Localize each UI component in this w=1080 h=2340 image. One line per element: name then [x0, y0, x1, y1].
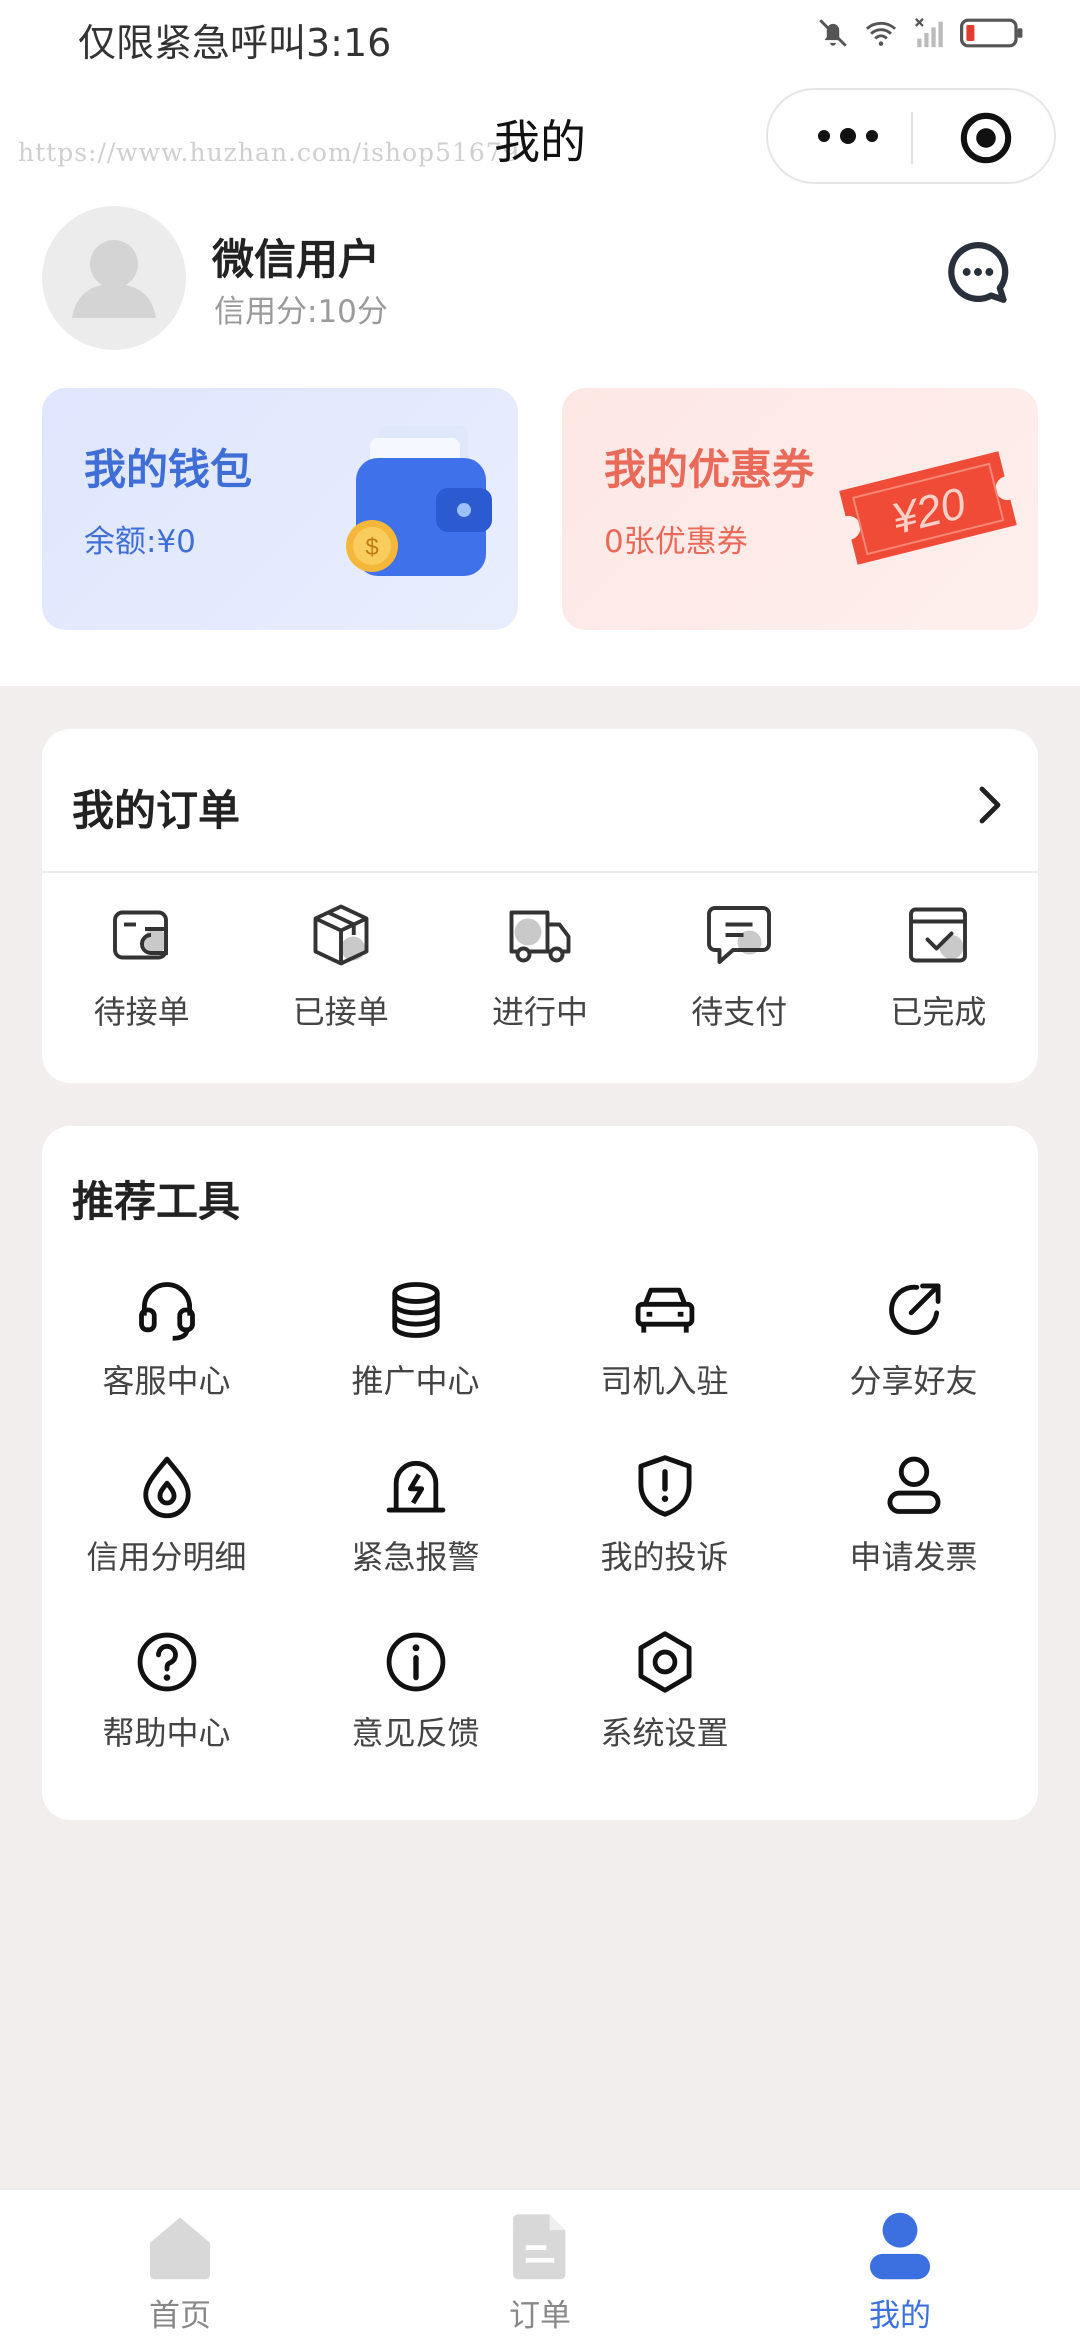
tool-label: 申请发票	[849, 1538, 978, 1576]
tool-feedback[interactable]: 意见反馈	[291, 1628, 540, 1804]
order-status-label: 进行中	[491, 993, 588, 1031]
status-bar: 仅限紧急呼叫3:16	[0, 0, 1080, 76]
drop-icon	[142, 1456, 191, 1519]
tool-help-center[interactable]: 帮助中心	[42, 1628, 291, 1804]
tab-mine[interactable]: 我的	[720, 2190, 1080, 2340]
truck-icon	[509, 910, 571, 963]
wallet-balance: 余额:¥0	[84, 524, 196, 560]
tool-label: 信用分明细	[86, 1538, 247, 1576]
tab-label: 我的	[869, 2298, 931, 2334]
tools-title: 推荐工具	[72, 1177, 241, 1226]
tool-invoice-request[interactable]: 申请发票	[789, 1452, 1038, 1628]
more-dot-icon	[840, 128, 856, 144]
order-status-label: 待接单	[93, 993, 190, 1031]
user-icon	[887, 1456, 940, 1514]
tool-share-friends[interactable]: 分享好友	[789, 1276, 1038, 1452]
shield-alert-icon	[638, 1455, 691, 1517]
profile-section: 微信用户 信用分:10分 我的钱包 余额:¥0 $ 我的优惠券 0张优惠券 ¥2…	[0, 206, 1080, 686]
avatar[interactable]	[42, 206, 186, 350]
wallet-title: 我的钱包	[84, 445, 253, 494]
car-icon	[635, 1287, 694, 1333]
order-status-accepted[interactable]: 已接单	[241, 899, 440, 1033]
tool-driver-join[interactable]: 司机入驻	[540, 1276, 789, 1452]
tool-my-complaints[interactable]: 我的投诉	[540, 1452, 789, 1628]
tab-label: 首页	[149, 2298, 211, 2334]
document-icon	[513, 2214, 566, 2280]
orders-panel: 我的订单 待接单 已接单 进行中 待支付 已完成	[42, 729, 1038, 1083]
more-dot-icon	[818, 130, 830, 142]
headset-icon	[138, 1282, 195, 1341]
wifi-icon	[865, 21, 897, 46]
checked-box-icon	[909, 907, 968, 963]
tool-label: 推广中心	[351, 1362, 480, 1400]
battery-icon	[960, 18, 1023, 48]
message-card-icon	[707, 906, 772, 964]
home-icon	[149, 2217, 211, 2280]
default-avatar-icon	[72, 240, 156, 318]
user-name[interactable]: 微信用户	[212, 226, 380, 287]
tool-label: 客服中心	[102, 1362, 231, 1400]
orders-title: 我的订单	[72, 786, 241, 835]
share-icon	[888, 1283, 940, 1335]
tool-label: 分享好友	[849, 1362, 978, 1400]
status-time: 仅限紧急呼叫3:16	[78, 21, 392, 65]
order-status-completed[interactable]: 已完成	[839, 899, 1038, 1033]
tools-grid: 客服中心 推广中心 司机入驻 分享好友 信用分明细 紧急报警 我的投诉 申请发票…	[42, 1276, 1038, 1804]
package-icon	[313, 904, 369, 966]
tool-emergency-alarm[interactable]: 紧急报警	[291, 1452, 540, 1628]
signal-icon	[915, 18, 943, 48]
tool-label: 我的投诉	[600, 1538, 729, 1576]
chat-bubble-icon[interactable]	[944, 238, 1012, 306]
tool-promotion-center[interactable]: 推广中心	[291, 1276, 540, 1452]
order-status-label: 已完成	[890, 993, 987, 1031]
credit-score: 信用分:10分	[214, 294, 388, 330]
order-status-unpaid[interactable]: 待支付	[640, 899, 839, 1033]
tools-panel: 推荐工具 客服中心 推广中心 司机入驻 分享好友 信用分明细 紧急报警 我的投诉	[42, 1126, 1038, 1820]
wallet-card[interactable]: 我的钱包 余额:¥0 $	[42, 388, 518, 630]
coupon-ticket-icon: ¥20	[839, 451, 1017, 565]
svg-text:$: $	[365, 534, 378, 561]
info-icon	[386, 1632, 445, 1692]
wallet-illustration-icon: $	[346, 426, 492, 576]
more-button[interactable]	[798, 100, 898, 172]
alarm-icon	[386, 1461, 445, 1513]
tab-orders[interactable]: 订单	[360, 2190, 720, 2340]
bell-off-icon	[819, 19, 847, 47]
tool-label: 系统设置	[600, 1714, 729, 1752]
more-dot-icon	[866, 130, 878, 142]
coins-icon	[391, 1282, 440, 1338]
tool-system-settings[interactable]: 系统设置	[540, 1628, 789, 1804]
close-target-icon[interactable]	[958, 110, 1014, 166]
settings-icon	[638, 1631, 691, 1693]
navigation-bar: https://www.huzhan.com/ishop51679 我的	[0, 76, 1080, 206]
tool-credit-details[interactable]: 信用分明细	[42, 1452, 291, 1628]
order-status-label: 待支付	[691, 993, 788, 1031]
capsule-divider	[911, 112, 913, 164]
person-icon	[869, 2212, 931, 2280]
coupon-count: 0张优惠券	[604, 524, 748, 560]
coupon-title: 我的优惠券	[604, 445, 815, 494]
bottom-tab-bar: 首页 订单 我的	[0, 2188, 1080, 2340]
coupon-card[interactable]: 我的优惠券 0张优惠券 ¥20	[562, 388, 1038, 630]
wallet-icon	[112, 910, 168, 960]
order-status-pending[interactable]: 待接单	[42, 899, 241, 1033]
order-status-list: 待接单 已接单 进行中 待支付 已完成	[42, 899, 1038, 1033]
order-status-label: 已接单	[292, 993, 389, 1031]
tool-customer-service[interactable]: 客服中心	[42, 1276, 291, 1452]
tool-label: 意见反馈	[351, 1714, 480, 1752]
status-icons	[816, 16, 1024, 50]
chevron-right-icon[interactable]	[976, 785, 1004, 825]
tool-label: 紧急报警	[351, 1538, 480, 1576]
tool-label: 司机入驻	[600, 1362, 729, 1400]
orders-header[interactable]: 我的订单	[42, 729, 1038, 873]
tool-label: 帮助中心	[102, 1714, 231, 1752]
tab-home[interactable]: 首页	[0, 2190, 360, 2340]
help-icon	[137, 1632, 196, 1692]
miniprogram-capsule	[766, 88, 1056, 184]
order-status-in-progress[interactable]: 进行中	[440, 899, 639, 1033]
tab-label: 订单	[509, 2298, 571, 2334]
